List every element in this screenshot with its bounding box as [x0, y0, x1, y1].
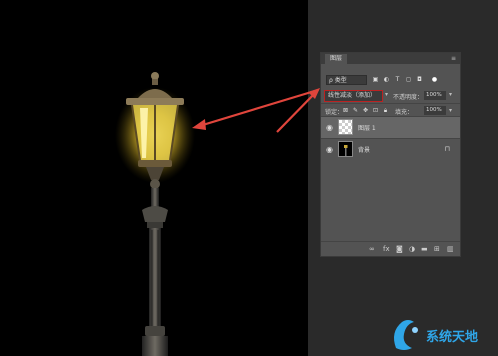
- chevron-down-icon[interactable]: ▾: [449, 107, 452, 114]
- type-filter-icon[interactable]: T: [394, 76, 401, 83]
- lock-artboard-icon[interactable]: ⊡: [372, 107, 379, 114]
- lock-paint-icon[interactable]: ✎: [352, 107, 359, 114]
- street-lamp-image: [115, 72, 195, 356]
- shape-filter-icon[interactable]: ◻: [405, 76, 412, 83]
- fill-input[interactable]: 100%: [424, 106, 446, 115]
- layer-filter-row: ρ 类型 ▣ ◐ T ◻ ◘ ●: [321, 73, 460, 87]
- new-layer-icon[interactable]: ⊞: [434, 245, 440, 253]
- group-folder-icon[interactable]: ▬: [421, 245, 428, 253]
- blend-mode-select[interactable]: 线性减淡（添加）: [324, 90, 383, 102]
- adjustment-filter-icon[interactable]: ◐: [383, 76, 390, 83]
- chevron-down-icon[interactable]: ▾: [449, 91, 452, 98]
- lock-icon: ⊓: [444, 145, 450, 153]
- fill-label: 填充：: [395, 109, 414, 116]
- lock-all-icon[interactable]: 🔒︎: [382, 107, 389, 114]
- panel-menu-icon[interactable]: ≡: [451, 55, 456, 62]
- tab-layers[interactable]: 图层: [325, 54, 348, 64]
- mask-icon[interactable]: ◙: [396, 245, 403, 253]
- layer-thumbnail: [338, 119, 353, 135]
- layer-row-background[interactable]: ◉ 背景 ⊓: [321, 138, 460, 160]
- document-canvas[interactable]: [0, 0, 308, 356]
- chevron-down-icon[interactable]: ▾: [385, 91, 388, 98]
- layer-name[interactable]: 图层 1: [358, 123, 376, 132]
- layer-row-selected[interactable]: ◉ 图层 1: [321, 116, 460, 138]
- opacity-label: 不透明度：: [393, 94, 424, 101]
- watermark-text: 系统天地: [426, 330, 479, 345]
- layer-thumbnail: [338, 141, 353, 157]
- lock-label: 锁定：: [325, 109, 344, 116]
- eye-icon[interactable]: ◉: [326, 123, 333, 132]
- image-filter-icon[interactable]: ▣: [372, 76, 379, 83]
- opacity-input[interactable]: 100%: [424, 91, 446, 100]
- lock-transparent-icon[interactable]: ⊠: [342, 107, 349, 114]
- smart-object-filter-icon[interactable]: ◘: [416, 76, 423, 83]
- fx-icon[interactable]: fx: [383, 245, 390, 253]
- panel-footer: ∞ fx ◙ ◑ ▬ ⊞ ▥: [321, 241, 460, 256]
- blend-row: 线性减淡（添加） ▾ 不透明度： 100% ▾: [321, 89, 460, 103]
- layers-panel: 图层 ≡ ρ 类型 ▣ ◐ T ◻ ◘ ● 线性减淡（添加） ▾ 不透明度： 1…: [320, 52, 461, 257]
- link-layers-icon[interactable]: ∞: [369, 245, 375, 253]
- filter-toggle-icon[interactable]: ●: [431, 76, 438, 83]
- layer-name[interactable]: 背景: [358, 145, 370, 154]
- adjustment-layer-icon[interactable]: ◑: [409, 245, 415, 253]
- panel-titlebar: 图层 ≡: [321, 53, 460, 64]
- eye-icon[interactable]: ◉: [326, 145, 333, 154]
- watermark-swirl-icon: [394, 320, 418, 350]
- lock-row: 锁定： ⊠ ✎ ✥ ⊡ 🔒︎ 填充： 100% ▾: [321, 103, 460, 117]
- lock-position-icon[interactable]: ✥: [362, 107, 369, 114]
- watermark-logo: 系统天地: [388, 312, 498, 356]
- filter-kind-select[interactable]: ρ 类型: [326, 75, 367, 85]
- trash-icon[interactable]: ▥: [447, 245, 454, 253]
